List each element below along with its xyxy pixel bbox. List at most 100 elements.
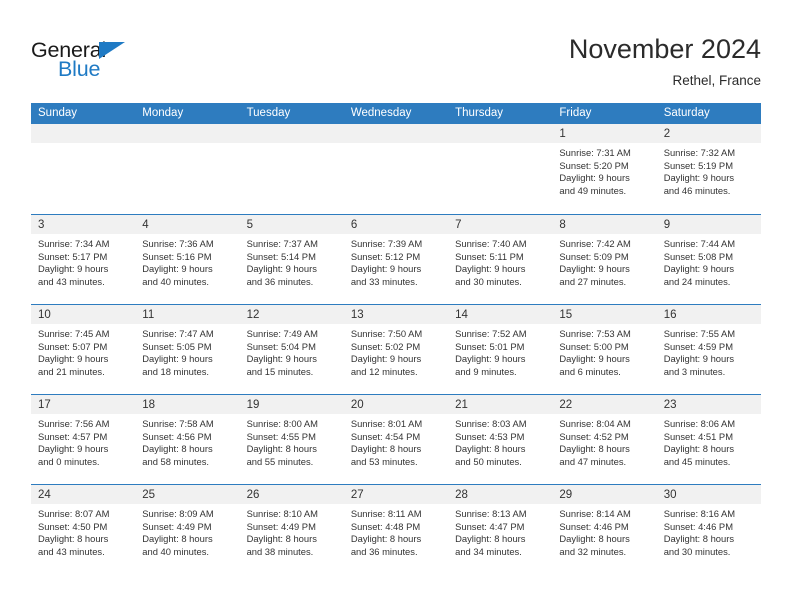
daylight-text-cont: and 3 minutes. — [663, 365, 726, 377]
weekday-header-thursday: Thursday — [455, 107, 504, 119]
day-details: Sunrise: 8:13 AM Sunset: 4:47 PM Daylight:… — [448, 504, 552, 558]
calendar-day-cell[interactable]: 24 Sunrise: 8:07 AM Sunset: 4:50 PM Dayligh… — [31, 485, 136, 574]
day-details: Sunrise: 7:50 AM Sunset: 5:02 PM Daylight:… — [344, 324, 448, 378]
daylight-text: Daylight: 9 hours — [663, 353, 735, 365]
daylight-text-cont: and 30 minutes. — [663, 545, 731, 557]
calendar-day-cell[interactable]: 25 Sunrise: 8:09 AM Sunset: 4:49 PM Dayligh… — [135, 485, 240, 574]
calendar-day-cell[interactable]: 14 Sunrise: 7:52 AM Sunset: 5:01 PM Dayligh… — [448, 305, 553, 394]
calendar-grid: Sunday Monday Tuesday Wednesday Thursday… — [31, 103, 761, 574]
calendar-day-cell[interactable]: 30 Sunrise: 8:16 AM Sunset: 4:46 PM Dayligh… — [656, 485, 761, 574]
day-number: 24 — [38, 489, 51, 501]
day-number: 4 — [142, 219, 149, 231]
sunrise-text: Sunrise: 8:10 AM — [246, 508, 318, 519]
daylight-text: Daylight: 9 hours — [246, 353, 317, 365]
calendar-day-cell[interactable]: 4 Sunrise: 7:36 AM Sunset: 5:16 PM Daylight… — [135, 215, 240, 304]
general-blue-logo[interactable]: General Blue — [31, 38, 151, 84]
calendar-weeks: 1 Sunrise: 7:31 AM Sunset: 5:20 PM Daylight… — [31, 124, 761, 574]
calendar-day-cell[interactable]: 22 Sunrise: 8:04 AM Sunset: 4:52 PM Dayligh… — [552, 395, 657, 484]
calendar-day-cell[interactable]: 26 Sunrise: 8:10 AM Sunset: 4:49 PM Dayligh… — [239, 485, 344, 574]
calendar-day-cell[interactable]: 29 Sunrise: 8:14 AM Sunset: 4:46 PM Dayligh… — [552, 485, 657, 574]
day-number: 12 — [246, 309, 260, 321]
sunrise-text: Sunrise: 7:32 AM — [663, 147, 736, 158]
day-number: 1 — [559, 128, 566, 140]
daylight-text: Daylight: 9 hours — [38, 443, 109, 455]
daylight-text: Daylight: 9 hours — [350, 263, 422, 275]
calendar-day-cell[interactable]: 11 Sunrise: 7:47 AM Sunset: 5:05 PM Dayligh… — [135, 305, 240, 394]
sunrise-text: Sunrise: 7:55 AM — [663, 328, 736, 339]
sunrise-text: Sunrise: 8:14 AM — [559, 508, 631, 519]
sunrise-text: Sunrise: 7:56 AM — [38, 418, 110, 429]
sunset-text: Sunset: 5:12 PM — [350, 250, 421, 262]
sunset-text: Sunset: 5:20 PM — [559, 159, 629, 171]
calendar-day-cell[interactable]: 23 Sunrise: 8:06 AM Sunset: 4:51 PM Dayligh… — [656, 395, 761, 484]
calendar-day-cell[interactable]: 8 Sunrise: 7:42 AM Sunset: 5:09 PM Daylight… — [552, 215, 657, 304]
weekday-header-friday: Friday — [559, 107, 592, 119]
weekday-header-saturday: Saturday — [663, 107, 710, 119]
daylight-text: Daylight: 9 hours — [663, 172, 735, 184]
calendar-day-cell[interactable]: 17 Sunrise: 7:56 AM Sunset: 4:57 PM Dayligh… — [31, 395, 136, 484]
sunset-text: Sunset: 4:48 PM — [350, 520, 421, 532]
day-number-band — [343, 124, 449, 143]
calendar-day-cell[interactable]: 15 Sunrise: 7:53 AM Sunset: 5:00 PM Dayligh… — [552, 305, 657, 394]
day-number-band: 10 — [31, 305, 136, 324]
day-details: Sunrise: 8:06 AM Sunset: 4:51 PM Daylight:… — [657, 414, 761, 468]
sunrise-text: Sunrise: 7:42 AM — [559, 238, 631, 249]
sunset-text: Sunset: 5:07 PM — [38, 340, 108, 352]
daylight-text: Daylight: 9 hours — [663, 263, 735, 275]
sunrise-text: Sunrise: 8:09 AM — [142, 508, 214, 519]
day-number: 22 — [559, 399, 573, 411]
sunset-text: Sunset: 5:17 PM — [38, 250, 108, 262]
day-details: Sunrise: 8:09 AM Sunset: 4:49 PM Daylight:… — [135, 504, 239, 558]
daylight-text-cont: and 43 minutes. — [38, 545, 105, 557]
calendar-day-cell[interactable]: 20 Sunrise: 8:01 AM Sunset: 4:54 PM Dayligh… — [343, 395, 449, 484]
day-details: Sunrise: 7:32 AM Sunset: 5:19 PM Daylight:… — [657, 143, 761, 197]
day-details: Sunrise: 7:37 AM Sunset: 5:14 PM Daylight:… — [240, 234, 344, 288]
daylight-text-cont: and 40 minutes. — [142, 545, 209, 557]
calendar-day-cell[interactable]: 13 Sunrise: 7:50 AM Sunset: 5:02 PM Dayligh… — [343, 305, 449, 394]
sunset-text: Sunset: 4:55 PM — [246, 430, 316, 442]
day-number-band: 8 — [552, 215, 657, 234]
calendar-day-cell[interactable]: 27 Sunrise: 8:11 AM Sunset: 4:48 PM Dayligh… — [343, 485, 449, 574]
day-details: Sunrise: 8:16 AM Sunset: 4:46 PM Daylight:… — [657, 504, 761, 558]
sunrise-text: Sunrise: 7:39 AM — [350, 238, 423, 249]
calendar-day-cell[interactable]: 2 Sunrise: 7:32 AM Sunset: 5:19 PM Daylight… — [656, 124, 761, 214]
calendar-day-cell[interactable]: 9 Sunrise: 7:44 AM Sunset: 5:08 PM Daylight… — [656, 215, 761, 304]
calendar-day-cell[interactable]: 7 Sunrise: 7:40 AM Sunset: 5:11 PM Daylight… — [448, 215, 553, 304]
sunrise-text: Sunrise: 8:04 AM — [559, 418, 631, 429]
sunrise-text: Sunrise: 8:00 AM — [246, 418, 318, 429]
calendar-day-cell[interactable]: 6 Sunrise: 7:39 AM Sunset: 5:12 PM Daylight… — [343, 215, 449, 304]
calendar-day-cell[interactable]: 19 Sunrise: 8:00 AM Sunset: 4:55 PM Dayligh… — [239, 395, 344, 484]
calendar-day-cell[interactable]: 18 Sunrise: 7:58 AM Sunset: 4:56 PM Dayligh… — [135, 395, 240, 484]
day-number-band: 12 — [239, 305, 344, 324]
sunrise-text: Sunrise: 7:44 AM — [663, 238, 736, 249]
sunrise-text: Sunrise: 8:03 AM — [455, 418, 527, 429]
calendar-week-row: 3 Sunrise: 7:34 AM Sunset: 5:17 PM Daylight… — [31, 214, 761, 304]
daylight-text-cont: and 0 minutes. — [38, 455, 100, 467]
day-details: Sunrise: 7:55 AM Sunset: 4:59 PM Daylight:… — [657, 324, 761, 378]
calendar-day-cell[interactable]: 16 Sunrise: 7:55 AM Sunset: 4:59 PM Dayligh… — [656, 305, 761, 394]
calendar-day-cell[interactable]: 21 Sunrise: 8:03 AM Sunset: 4:53 PM Dayligh… — [448, 395, 553, 484]
calendar-day-cell[interactable]: 1 Sunrise: 7:31 AM Sunset: 5:20 PM Daylight… — [552, 124, 657, 214]
daylight-text: Daylight: 8 hours — [246, 533, 317, 545]
day-number-band: 4 — [135, 215, 240, 234]
calendar-day-cell[interactable]: 10 Sunrise: 7:45 AM Sunset: 5:07 PM Dayligh… — [31, 305, 136, 394]
day-number: 21 — [455, 399, 468, 411]
day-number: 11 — [142, 309, 155, 321]
daylight-text-cont: and 6 minutes. — [559, 365, 621, 377]
day-number: 16 — [663, 309, 677, 321]
day-number-band: 5 — [239, 215, 344, 234]
daylight-text: Daylight: 8 hours — [142, 443, 213, 455]
day-number: 2 — [663, 128, 671, 140]
sunrise-text: Sunrise: 7:34 AM — [38, 238, 110, 249]
calendar-day-cell[interactable]: 28 Sunrise: 8:13 AM Sunset: 4:47 PM Dayligh… — [448, 485, 553, 574]
day-number-band: 24 — [31, 485, 136, 504]
page-header: General Blue November 2024 Rethel, Franc… — [0, 0, 792, 103]
day-details: Sunrise: 7:45 AM Sunset: 5:07 PM Daylight:… — [31, 324, 135, 378]
sunrise-text: Sunrise: 8:07 AM — [38, 508, 110, 519]
day-details: Sunrise: 8:04 AM Sunset: 4:52 PM Daylight:… — [552, 414, 656, 468]
calendar-day-cell[interactable]: 5 Sunrise: 7:37 AM Sunset: 5:14 PM Daylight… — [239, 215, 344, 304]
calendar-day-cell[interactable]: 3 Sunrise: 7:34 AM Sunset: 5:17 PM Daylight… — [31, 215, 136, 304]
day-details: Sunrise: 8:14 AM Sunset: 4:46 PM Daylight:… — [552, 504, 656, 558]
calendar-day-cell[interactable]: 12 Sunrise: 7:49 AM Sunset: 5:04 PM Dayligh… — [239, 305, 344, 394]
day-number-band: 17 — [31, 395, 136, 414]
